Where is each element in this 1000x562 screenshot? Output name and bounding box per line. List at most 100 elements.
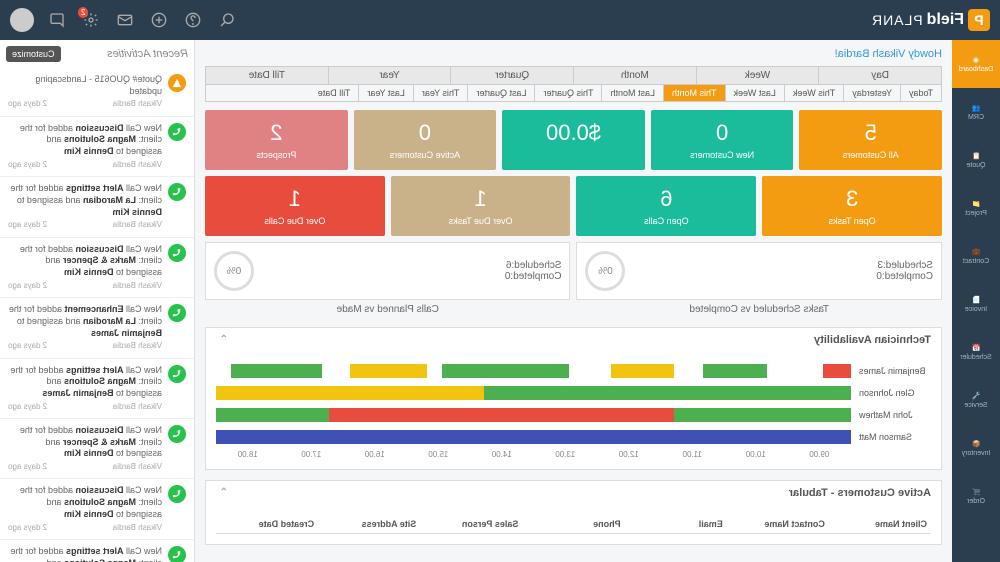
chat-icon[interactable] [46,9,68,31]
sidebar-item-crm[interactable]: 👥CRM [952,88,1000,136]
kpi-card[interactable]: 6Open Calls [577,176,757,236]
activity-list[interactable]: Quote# QUO615 - Landscaping updatedVikas… [0,68,194,562]
tab-last-month[interactable]: Last Month [601,85,663,101]
sidebar-label: Invoice [965,306,987,313]
tab-last-year[interactable]: Last Year [358,85,413,101]
call-icon [168,183,186,201]
comparison-title: Tasks Scheduled vs Completed [577,304,943,315]
tech-row: John Mathew [216,406,931,424]
kpi-card[interactable]: 0Active Customers [354,110,497,170]
activity-text: New Call Discussion added for the client… [8,425,162,472]
activity-text: New Call Alert settings added for the cl… [8,365,162,412]
table-col[interactable]: Contact Name [727,519,829,529]
sidebar-item-dashboard[interactable]: ◉Dashboard [952,40,1000,88]
kpi-card[interactable]: 5All Customers [799,110,942,170]
period-year: Year [328,67,451,84]
table-col[interactable]: Sales Person [420,519,522,529]
period-month: Month [573,67,696,84]
collapse-icon[interactable]: ⌃ [216,334,228,346]
sidebar-item-scheduler[interactable]: 📅Scheduler [952,328,1000,376]
kpi-card[interactable]: 1Over Due Tasks [391,176,571,236]
sidebar-label: Dashboard [959,66,993,73]
tab-this-week[interactable]: This Week [784,85,843,101]
table-col[interactable]: Site Address [318,519,420,529]
help-icon[interactable] [182,9,204,31]
comparison-card: Scheduled:6Completed:00% [205,242,571,300]
table-col[interactable]: Email [625,519,727,529]
sidebar-label: Service [964,402,987,409]
activity-text: New Call Alert settings added for the cl… [8,183,162,230]
kpi-label: Over Due Calls [209,216,381,226]
tab-this-quarter[interactable]: This Quarter [534,85,601,101]
availability-segment [703,364,767,378]
activity-item[interactable]: New Call Discussion added for the client… [0,419,194,479]
kpi-card[interactable]: 1Over Due Calls [205,176,385,236]
gear-icon[interactable]: 2 [80,9,102,31]
activity-time: 2 days ago [8,160,47,170]
tab-till-date[interactable]: Till Date [310,85,359,101]
tab-last-week[interactable]: Last Week [725,85,784,101]
sidebar-item-contract[interactable]: 💼Contract [952,232,1000,280]
activity-item[interactable]: New Call Alert settings added for the cl… [0,177,194,237]
sidebar-item-project[interactable]: 📁 Project [952,184,1000,232]
kpi-value: 0 [655,120,790,146]
kpi-card[interactable]: $0.00 [502,110,645,170]
sidebar-item-inventory[interactable]: 📦Inventory [952,424,1000,472]
availability-segment [329,408,674,422]
axis-tick: 10.00 [724,450,788,459]
add-icon[interactable] [148,9,170,31]
activity-time: 2 days ago [8,523,47,533]
collapse-icon[interactable]: ⌃ [216,487,228,499]
sidebar-label: Order [967,498,985,505]
customize-button[interactable]: Customize [6,46,61,62]
kpi-card[interactable]: 0New Customers [651,110,794,170]
activity-item[interactable]: New Call Discussion added for the client… [0,117,194,177]
sidebar-label: Scheduler [960,354,992,361]
sidebar-icon: 📋 [972,152,981,160]
sidebar-item-service[interactable]: 🔧Service [952,376,1000,424]
activity-user: Vikash Bardia [113,160,162,170]
tech-name: Glen Johnson [851,388,931,398]
kpi-value: 1 [395,186,567,212]
logo[interactable]: P Field PLANR [871,9,990,31]
kpi-card[interactable]: 2Prospects [205,110,348,170]
activity-time: 2 days ago [8,281,47,291]
activity-item[interactable]: Quote# QUO615 - Landscaping updatedVikas… [0,68,194,117]
tab-this-month[interactable]: This Month [663,85,725,101]
sidebar-icon: 📦 [972,440,981,448]
activity-item[interactable]: New Call Enhancement added for the clien… [0,298,194,358]
kpi-row-1: 5All Customers0New Customers$0.000Active… [205,110,942,170]
search-icon[interactable] [216,9,238,31]
availability-segment [674,408,851,422]
table-col[interactable]: Created Date [216,519,318,529]
activity-text: New Call Enhancement added for the clien… [8,304,162,351]
greeting: Howdy Vikash Bardia! [205,48,942,60]
tech-title: Technician Availability [814,334,931,346]
table-col[interactable]: Phone [522,519,624,529]
logo-field: Field [927,11,964,29]
sidebar-icon: 📁 [972,200,981,208]
scheduled-stat: Scheduled:6 [264,260,562,271]
activity-item[interactable]: New Call Alert settings added for the cl… [0,540,194,562]
activity-item[interactable]: New Call Discussion added for the client… [0,238,194,298]
avatar[interactable] [10,8,34,32]
sidebar-label: Project [965,210,987,217]
tech-row: Samson Matt [216,428,931,446]
table-title: Active Customers - Tabular [789,487,931,499]
sidebar-item-order[interactable]: 🛒Order [952,472,1000,520]
tab-this-year[interactable]: This Year [413,85,468,101]
tab-yesterday[interactable]: Yesterday [843,85,900,101]
table-col[interactable]: Client Name [829,519,931,529]
mail-icon[interactable] [114,9,136,31]
tab-last-quarter[interactable]: Last Quarter [467,85,534,101]
sidebar-label: Quote [966,162,985,169]
sidebar-item-invoice[interactable]: 📄Invoice [952,280,1000,328]
activity-text: New Call Discussion added for the client… [8,485,162,532]
activity-item[interactable]: New Call Discussion added for the client… [0,479,194,539]
call-icon [168,244,186,262]
activity-item[interactable]: New Call Alert settings added for the cl… [0,359,194,419]
sidebar-item-quote[interactable]: 📋 Quote [952,136,1000,184]
kpi-card[interactable]: 3Open Tasks [762,176,942,236]
kpi-value: 6 [581,186,753,212]
tab-today[interactable]: Today [900,85,941,101]
